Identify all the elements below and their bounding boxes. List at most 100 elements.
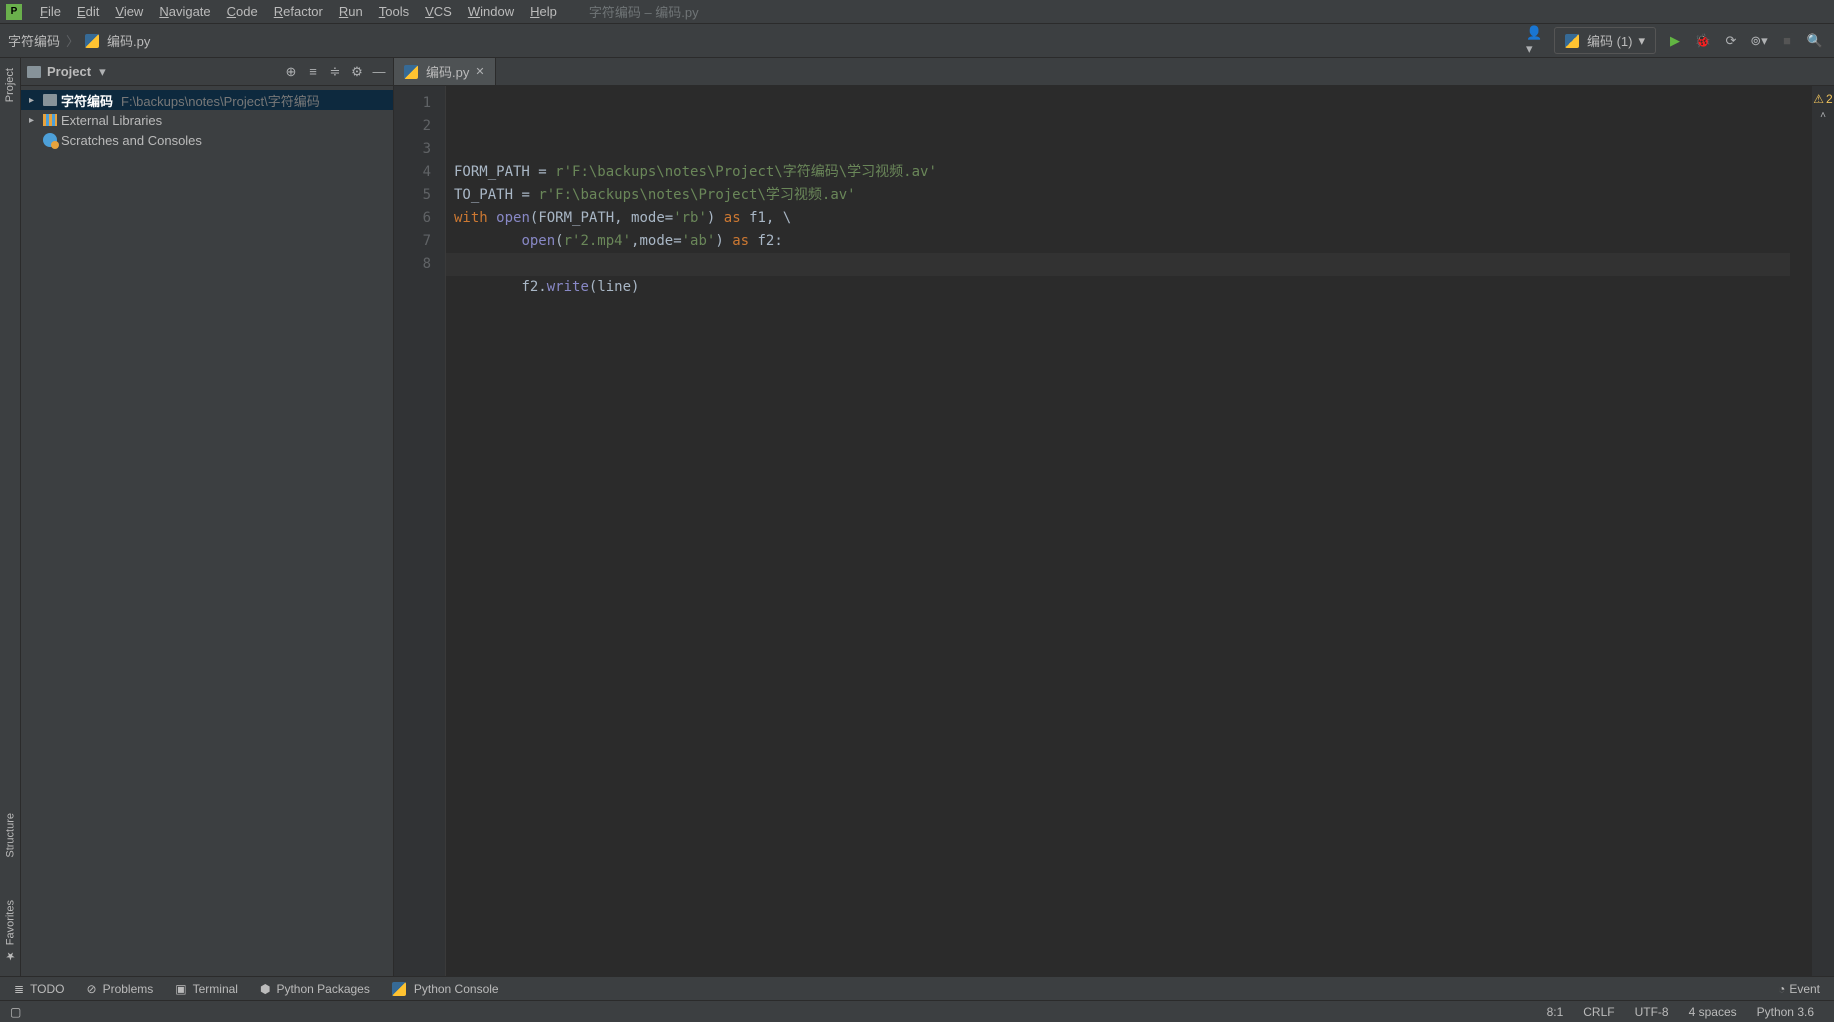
terminal-tool[interactable]: ▣ Terminal: [175, 982, 238, 996]
app-logo: P: [6, 4, 22, 20]
project-root-name: 字符编码: [61, 91, 113, 110]
profile-button[interactable]: ⊚▾: [1750, 32, 1768, 50]
project-tree[interactable]: ▸ 字符编码 F:\backups\notes\Project\字符编码 ▸ E…: [21, 86, 393, 976]
run-config-label: 编码 (1): [1587, 31, 1633, 50]
folder-icon: [27, 66, 41, 78]
menu-refactor[interactable]: Refactor: [266, 2, 331, 21]
line-separator[interactable]: CRLF: [1573, 1005, 1624, 1019]
stop-button[interactable]: ■: [1778, 32, 1796, 50]
python-packages-tool[interactable]: ⬢ Python Packages: [260, 982, 370, 996]
left-tool-strip: Project Structure ★ Favorites: [0, 58, 21, 976]
run-button[interactable]: ▶: [1666, 32, 1684, 50]
menu-navigate[interactable]: Navigate: [151, 2, 218, 21]
python-interpreter[interactable]: Python 3.6: [1747, 1005, 1824, 1019]
menu-tools[interactable]: Tools: [371, 2, 417, 21]
code-line[interactable]: TO_PATH = r'F:\backups\notes\Project\学习视…: [454, 184, 1812, 207]
scratch-icon: [43, 133, 57, 147]
debug-button[interactable]: 🐞: [1694, 32, 1712, 50]
tool-window-toggle-icon[interactable]: ▢: [10, 1005, 21, 1019]
problems-tool[interactable]: ⊘ Problems: [87, 982, 154, 996]
warning-indicator[interactable]: ⚠ 2: [1813, 92, 1832, 106]
toolbar: 字符编码 〉 编码.py 👤▾ 编码 (1) ▾ ▶ 🐞 ⟳ ⊚▾ ■ 🔍: [0, 24, 1834, 58]
menu-help[interactable]: Help: [522, 2, 565, 21]
warning-count: 2: [1826, 92, 1833, 106]
menu-view[interactable]: View: [107, 2, 151, 21]
line-number[interactable]: 5: [394, 184, 445, 207]
editor-tab[interactable]: 编码.py ✕: [394, 58, 496, 85]
run-config-selector[interactable]: 编码 (1) ▾: [1554, 27, 1656, 54]
breadcrumb-file[interactable]: 编码.py: [107, 31, 150, 50]
menu-run[interactable]: Run: [331, 2, 371, 21]
expand-arrow-icon[interactable]: ▸: [29, 115, 39, 126]
line-number[interactable]: 4: [394, 161, 445, 184]
bottom-tool-strip: ≣ TODO ⊘ Problems ▣ Terminal ⬢ Python Pa…: [0, 976, 1834, 1000]
collapse-all-icon[interactable]: ≑: [327, 64, 343, 80]
breadcrumb-root[interactable]: 字符编码: [8, 31, 60, 50]
code-line[interactable]: [454, 322, 1812, 345]
breadcrumb-sep: 〉: [66, 31, 79, 50]
line-number[interactable]: 2: [394, 115, 445, 138]
favorites-tool-tab[interactable]: ★ Favorites: [2, 894, 19, 968]
editor-area: 编码.py ✕ 12345678 FORM_PATH = r'F:\backup…: [394, 58, 1834, 976]
python-file-icon: [392, 982, 406, 996]
window-title: 字符编码 – 编码.py: [589, 2, 699, 21]
breadcrumb[interactable]: 字符编码 〉 编码.py: [0, 31, 150, 50]
menu-file[interactable]: File: [32, 2, 69, 21]
caret-position[interactable]: 8:1: [1537, 1005, 1574, 1019]
warning-icon: ⚠: [1813, 92, 1824, 106]
current-line-highlight: [446, 253, 1790, 276]
chevron-down-icon: ▾: [1638, 33, 1645, 49]
python-file-icon: [404, 65, 418, 79]
file-encoding[interactable]: UTF-8: [1625, 1005, 1679, 1019]
project-panel: Project ▾ ⊕ ≡ ≑ ⚙ — ▸ 字符编码 F:\backups\no…: [21, 58, 394, 976]
line-number[interactable]: 1: [394, 92, 445, 115]
line-number[interactable]: 3: [394, 138, 445, 161]
chevron-up-icon[interactable]: ˄: [1820, 110, 1826, 121]
menu-code[interactable]: Code: [219, 2, 266, 21]
menu-vcs[interactable]: VCS: [417, 2, 460, 21]
project-panel-header: Project ▾ ⊕ ≡ ≑ ⚙ —: [21, 58, 393, 86]
line-number[interactable]: 6: [394, 207, 445, 230]
search-everywhere-button[interactable]: 🔍: [1806, 32, 1824, 50]
run-coverage-button[interactable]: ⟳: [1722, 32, 1740, 50]
indent-setting[interactable]: 4 spaces: [1679, 1005, 1747, 1019]
hide-icon[interactable]: —: [371, 64, 387, 79]
menu-window[interactable]: Window: [460, 2, 522, 21]
python-file-icon: [85, 34, 99, 48]
line-number-gutter[interactable]: 12345678: [394, 86, 446, 976]
project-tool-tab[interactable]: Project: [2, 62, 18, 108]
code-line[interactable]: with open(FORM_PATH, mode='rb') as f1, \: [454, 207, 1812, 230]
locate-icon[interactable]: ⊕: [283, 64, 299, 80]
event-log-button[interactable]: ◔ Event: [1778, 982, 1820, 996]
todo-tool[interactable]: ≣ TODO: [14, 982, 65, 996]
chevron-down-icon[interactable]: ▾: [99, 64, 106, 80]
menu-bar: P FileEditViewNavigateCodeRefactorRunToo…: [0, 0, 1834, 24]
line-number[interactable]: 7: [394, 230, 445, 253]
external-libraries-node[interactable]: ▸ External Libraries: [21, 110, 393, 130]
scratches-node[interactable]: Scratches and Consoles: [21, 130, 393, 150]
code-line[interactable]: [454, 299, 1812, 322]
folder-icon: [43, 94, 57, 106]
user-icon[interactable]: 👤▾: [1526, 32, 1544, 50]
code-editor[interactable]: FORM_PATH = r'F:\backups\notes\Project\字…: [446, 86, 1812, 976]
structure-tool-tab[interactable]: Structure: [2, 807, 19, 864]
expand-all-icon[interactable]: ≡: [305, 64, 321, 79]
editor-tab-bar: 编码.py ✕: [394, 58, 1834, 86]
code-line[interactable]: FORM_PATH = r'F:\backups\notes\Project\字…: [454, 161, 1812, 184]
project-root-node[interactable]: ▸ 字符编码 F:\backups\notes\Project\字符编码: [21, 90, 393, 110]
gear-icon[interactable]: ⚙: [349, 64, 365, 80]
line-number[interactable]: 8: [394, 253, 445, 276]
status-bar: ▢ 8:1 CRLF UTF-8 4 spaces Python 3.6: [0, 1000, 1834, 1022]
project-root-path: F:\backups\notes\Project\字符编码: [121, 91, 320, 110]
inspection-strip[interactable]: ⚠ 2 ˄: [1812, 86, 1834, 976]
code-line[interactable]: f2.write(line): [454, 276, 1812, 299]
expand-arrow-icon[interactable]: ▸: [29, 95, 39, 106]
code-line[interactable]: open(r'2.mp4',mode='ab') as f2:: [454, 230, 1812, 253]
python-console-tool[interactable]: Python Console: [392, 982, 499, 996]
python-file-icon: [1565, 34, 1579, 48]
menu-edit[interactable]: Edit: [69, 2, 107, 21]
tree-item-label: Scratches and Consoles: [61, 133, 202, 148]
project-panel-title[interactable]: Project: [47, 64, 91, 79]
editor-tab-label: 编码.py: [426, 62, 469, 81]
close-icon[interactable]: ✕: [475, 65, 484, 78]
